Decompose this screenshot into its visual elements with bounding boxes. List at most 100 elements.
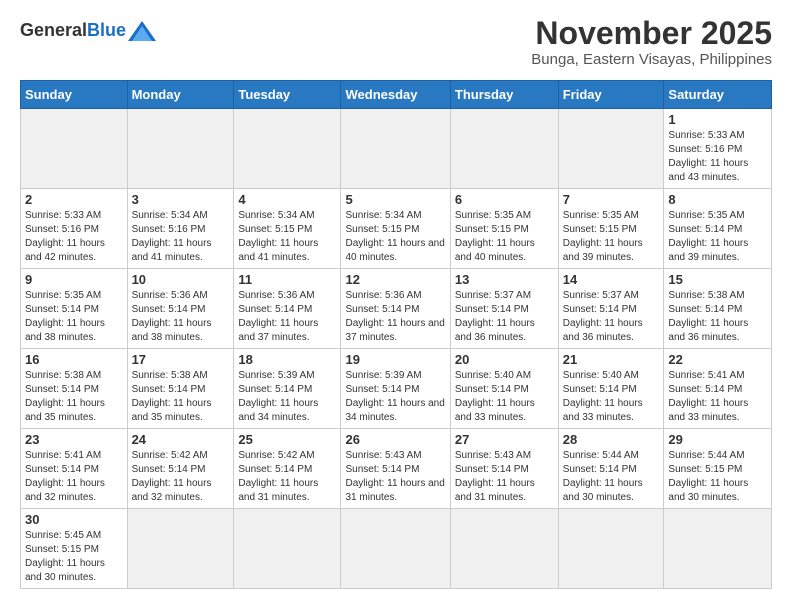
- week-row-3: 9Sunrise: 5:35 AM Sunset: 5:14 PM Daylig…: [21, 269, 772, 349]
- calendar-cell: 17 Sunrise: 5:38 AM Sunset: 5:14 PM Dayli…: [127, 349, 234, 429]
- calendar-cell: [234, 509, 341, 589]
- day-info: Sunrise: 5:42 AM Sunset: 5:14 PM Dayligh…: [132, 449, 230, 505]
- day-number: 8: [668, 192, 767, 207]
- day-number: 25: [238, 432, 336, 447]
- logo-icon: [128, 21, 156, 41]
- calendar-cell: 11Sunrise: 5:36 AM Sunset: 5:14 PM Dayli…: [234, 269, 341, 349]
- day-number: 17: [132, 352, 230, 367]
- day-number: 7: [563, 192, 660, 207]
- calendar-cell: 30Sunrise: 5:45 AM Sunset: 5:15 PM Dayli…: [21, 509, 128, 589]
- day-header-sunday: Sunday: [21, 81, 128, 109]
- day-info: Sunrise: 5:38 AM Sunset: 5:14 PM Dayligh…: [132, 369, 230, 425]
- logo-general-text: General: [20, 20, 87, 41]
- calendar-cell: 28 Sunrise: 5:44 AM Sunset: 5:14 PM Dayli…: [558, 429, 664, 509]
- calendar-cell: [341, 109, 450, 189]
- calendar-cell: [450, 109, 558, 189]
- calendar-cell: 15Sunrise: 5:38 AM Sunset: 5:14 PM Dayli…: [664, 269, 772, 349]
- days-header-row: SundayMondayTuesdayWednesdayThursdayFrid…: [21, 81, 772, 109]
- calendar-cell: 13Sunrise: 5:37 AM Sunset: 5:14 PM Dayli…: [450, 269, 558, 349]
- calendar-cell: [558, 509, 664, 589]
- day-info: Sunrise: 5:37 AM Sunset: 5:14 PM Dayligh…: [455, 289, 554, 345]
- calendar-cell: 16 Sunrise: 5:38 AM Sunset: 5:14 PM Dayli…: [21, 349, 128, 429]
- day-info: Sunrise: 5:35 AM Sunset: 5:14 PM Dayligh…: [25, 289, 123, 345]
- day-number: 15: [668, 272, 767, 287]
- day-info: Sunrise: 5:35 AM Sunset: 5:14 PM Dayligh…: [668, 209, 767, 265]
- calendar-cell: 14 Sunrise: 5:37 AM Sunset: 5:14 PM Dayli…: [558, 269, 664, 349]
- day-number: 24: [132, 432, 230, 447]
- calendar-cell: 29 Sunrise: 5:44 AM Sunset: 5:15 PM Dayli…: [664, 429, 772, 509]
- day-header-friday: Friday: [558, 81, 664, 109]
- header: General Blue November 2025 Bunga, Easter…: [20, 16, 772, 68]
- day-number: 28: [563, 432, 660, 447]
- day-number: 16: [25, 352, 123, 367]
- day-number: 1: [668, 112, 767, 127]
- calendar-cell: 5Sunrise: 5:34 AM Sunset: 5:15 PM Daylig…: [341, 189, 450, 269]
- day-info: Sunrise: 5:44 AM Sunset: 5:14 PM Dayligh…: [563, 449, 660, 505]
- calendar-cell: 8 Sunrise: 5:35 AM Sunset: 5:14 PM Daylig…: [664, 189, 772, 269]
- calendar-cell: 18Sunrise: 5:39 AM Sunset: 5:14 PM Dayli…: [234, 349, 341, 429]
- day-number: 27: [455, 432, 554, 447]
- day-number: 14: [563, 272, 660, 287]
- week-row-5: 23Sunrise: 5:41 AM Sunset: 5:14 PM Dayli…: [21, 429, 772, 509]
- day-info: Sunrise: 5:34 AM Sunset: 5:15 PM Dayligh…: [345, 209, 445, 265]
- day-info: Sunrise: 5:42 AM Sunset: 5:14 PM Dayligh…: [238, 449, 336, 505]
- day-info: Sunrise: 5:39 AM Sunset: 5:14 PM Dayligh…: [345, 369, 445, 425]
- day-number: 19: [345, 352, 445, 367]
- calendar-cell: 23Sunrise: 5:41 AM Sunset: 5:14 PM Dayli…: [21, 429, 128, 509]
- calendar-cell: 19 Sunrise: 5:39 AM Sunset: 5:14 PM Dayli…: [341, 349, 450, 429]
- calendar-cell: 27 Sunrise: 5:43 AM Sunset: 5:14 PM Dayli…: [450, 429, 558, 509]
- day-header-monday: Monday: [127, 81, 234, 109]
- calendar-cell: [558, 109, 664, 189]
- day-info: Sunrise: 5:43 AM Sunset: 5:14 PM Dayligh…: [345, 449, 445, 505]
- day-number: 30: [25, 512, 123, 527]
- logo-blue-text: Blue: [87, 20, 126, 41]
- calendar-cell: [127, 109, 234, 189]
- day-number: 4: [238, 192, 336, 207]
- calendar-cell: [341, 509, 450, 589]
- day-info: Sunrise: 5:41 AM Sunset: 5:14 PM Dayligh…: [25, 449, 123, 505]
- day-info: Sunrise: 5:36 AM Sunset: 5:14 PM Dayligh…: [238, 289, 336, 345]
- calendar-cell: 2Sunrise: 5:33 AM Sunset: 5:16 PM Daylig…: [21, 189, 128, 269]
- calendar-cell: 24 Sunrise: 5:42 AM Sunset: 5:14 PM Dayli…: [127, 429, 234, 509]
- day-info: Sunrise: 5:44 AM Sunset: 5:15 PM Dayligh…: [668, 449, 767, 505]
- calendar-cell: [664, 509, 772, 589]
- calendar-cell: 25 Sunrise: 5:42 AM Sunset: 5:14 PM Dayli…: [234, 429, 341, 509]
- calendar-cell: [127, 509, 234, 589]
- calendar-cell: 21Sunrise: 5:40 AM Sunset: 5:14 PM Dayli…: [558, 349, 664, 429]
- week-row-4: 16 Sunrise: 5:38 AM Sunset: 5:14 PM Dayli…: [21, 349, 772, 429]
- day-header-wednesday: Wednesday: [341, 81, 450, 109]
- day-number: 22: [668, 352, 767, 367]
- day-info: Sunrise: 5:33 AM Sunset: 5:16 PM Dayligh…: [25, 209, 123, 265]
- day-header-tuesday: Tuesday: [234, 81, 341, 109]
- day-info: Sunrise: 5:34 AM Sunset: 5:15 PM Dayligh…: [238, 209, 336, 265]
- calendar-cell: 7 Sunrise: 5:35 AM Sunset: 5:15 PM Daylig…: [558, 189, 664, 269]
- week-row-1: 1 Sunrise: 5:33 AM Sunset: 5:16 PM Daylig…: [21, 109, 772, 189]
- day-number: 26: [345, 432, 445, 447]
- day-info: Sunrise: 5:37 AM Sunset: 5:14 PM Dayligh…: [563, 289, 660, 345]
- day-info: Sunrise: 5:33 AM Sunset: 5:16 PM Dayligh…: [668, 129, 767, 185]
- day-info: Sunrise: 5:40 AM Sunset: 5:14 PM Dayligh…: [455, 369, 554, 425]
- day-info: Sunrise: 5:41 AM Sunset: 5:14 PM Dayligh…: [668, 369, 767, 425]
- day-info: Sunrise: 5:38 AM Sunset: 5:14 PM Dayligh…: [25, 369, 123, 425]
- day-header-thursday: Thursday: [450, 81, 558, 109]
- calendar-cell: 10 Sunrise: 5:36 AM Sunset: 5:14 PM Dayli…: [127, 269, 234, 349]
- day-number: 12: [345, 272, 445, 287]
- week-row-6: 30Sunrise: 5:45 AM Sunset: 5:15 PM Dayli…: [21, 509, 772, 589]
- calendar-cell: [450, 509, 558, 589]
- calendar-cell: 22 Sunrise: 5:41 AM Sunset: 5:14 PM Dayli…: [664, 349, 772, 429]
- day-number: 20: [455, 352, 554, 367]
- calendar-cell: [234, 109, 341, 189]
- calendar-cell: 26 Sunrise: 5:43 AM Sunset: 5:14 PM Dayli…: [341, 429, 450, 509]
- day-info: Sunrise: 5:36 AM Sunset: 5:14 PM Dayligh…: [345, 289, 445, 345]
- day-number: 29: [668, 432, 767, 447]
- day-header-saturday: Saturday: [664, 81, 772, 109]
- day-number: 6: [455, 192, 554, 207]
- calendar-cell: 6Sunrise: 5:35 AM Sunset: 5:15 PM Daylig…: [450, 189, 558, 269]
- calendar-table: SundayMondayTuesdayWednesdayThursdayFrid…: [20, 80, 772, 589]
- day-number: 10: [132, 272, 230, 287]
- day-info: Sunrise: 5:35 AM Sunset: 5:15 PM Dayligh…: [563, 209, 660, 265]
- day-info: Sunrise: 5:40 AM Sunset: 5:14 PM Dayligh…: [563, 369, 660, 425]
- day-info: Sunrise: 5:43 AM Sunset: 5:14 PM Dayligh…: [455, 449, 554, 505]
- week-row-2: 2Sunrise: 5:33 AM Sunset: 5:16 PM Daylig…: [21, 189, 772, 269]
- day-info: Sunrise: 5:36 AM Sunset: 5:14 PM Dayligh…: [132, 289, 230, 345]
